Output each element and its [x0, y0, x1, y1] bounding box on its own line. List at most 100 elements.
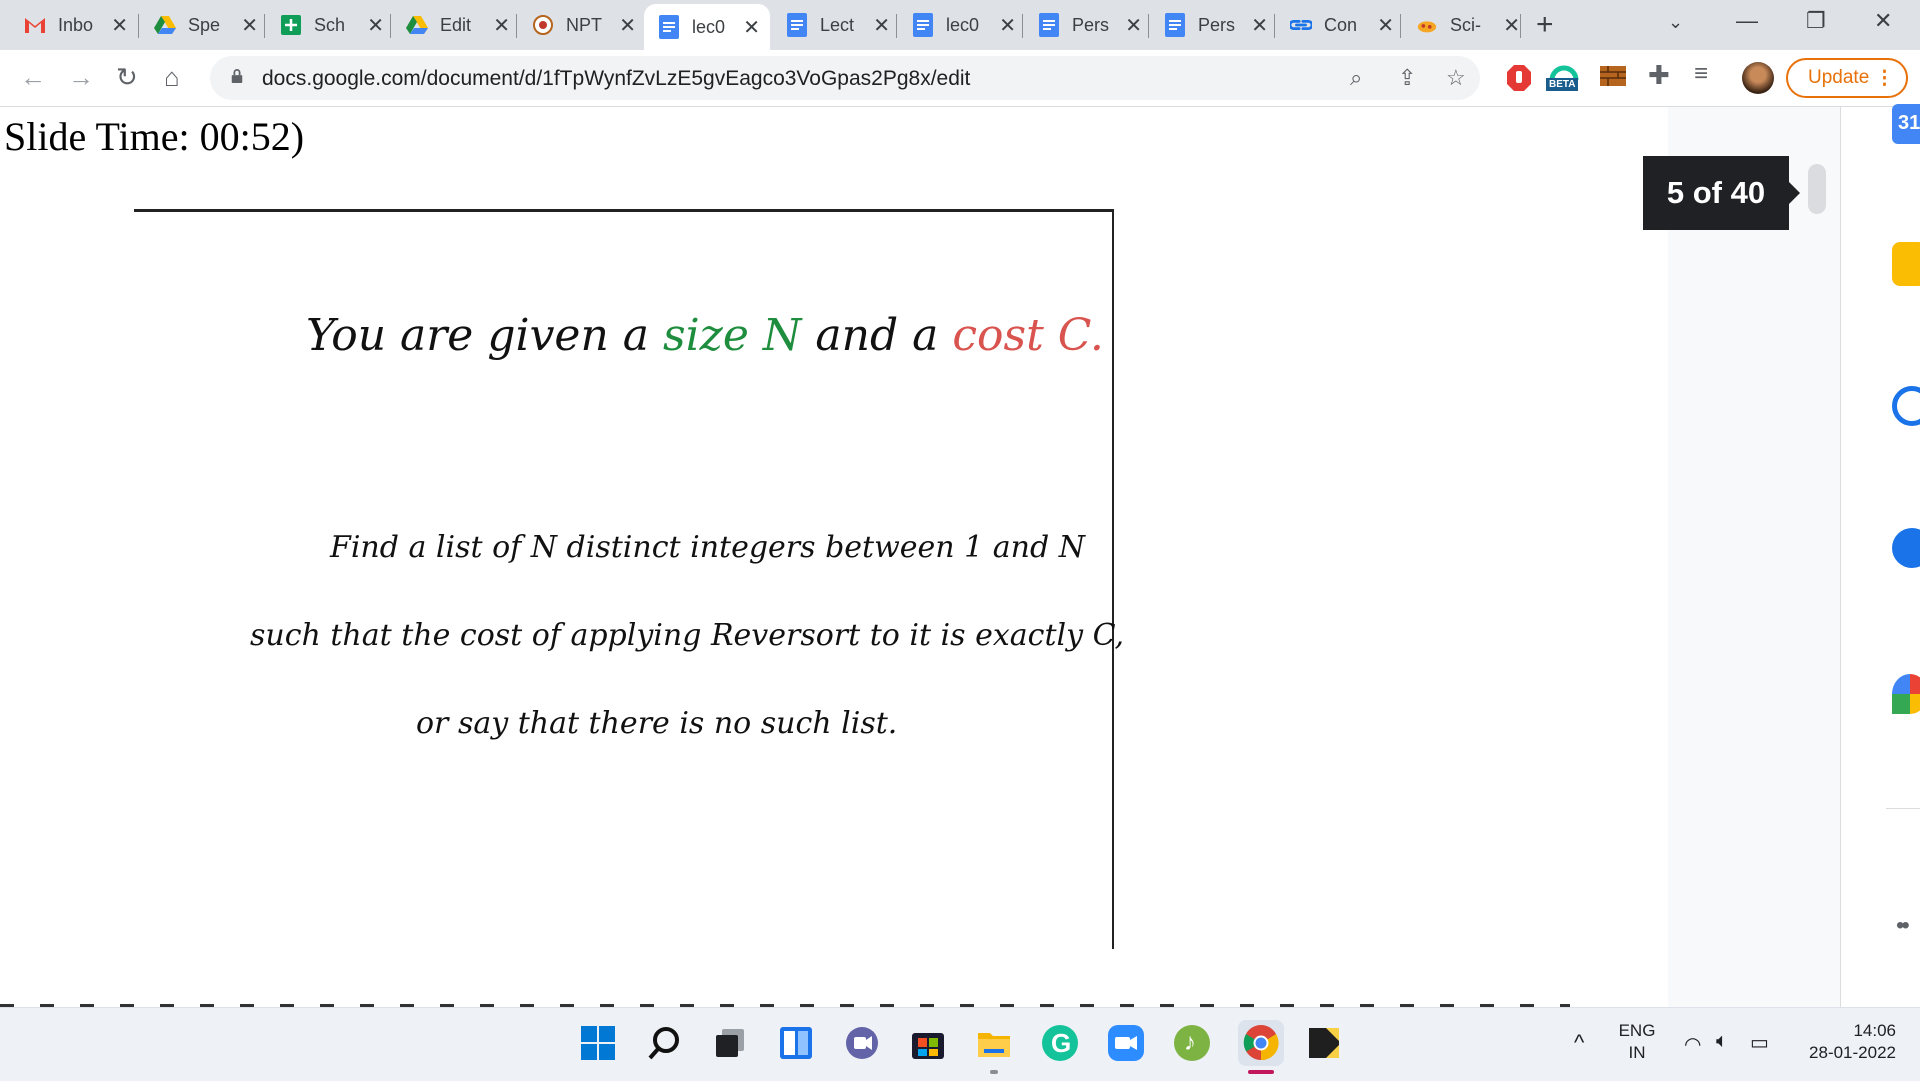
url-text[interactable]: docs.google.com/document/d/1fTpWynfZvLzE… [262, 67, 970, 91]
chrome-taskbar-button[interactable] [1238, 1020, 1284, 1066]
tab-drive-2[interactable]: Edit ✕ [392, 6, 520, 44]
volume-icon[interactable]: 🔈︎ [1716, 1030, 1728, 1053]
share-icon[interactable]: ⇪ [1398, 65, 1416, 91]
close-tab-icon[interactable]: ✕ [1251, 13, 1268, 38]
more-menu-icon[interactable]: ⋮ [1875, 67, 1894, 90]
tab-title: Spe [188, 14, 221, 35]
close-tab-icon[interactable]: ✕ [493, 13, 510, 38]
address-bar[interactable]: docs.google.com/document/d/1fTpWynfZvLzE… [210, 56, 1480, 100]
calendar-icon[interactable]: 31 [1892, 104, 1920, 144]
update-button[interactable]: Update ⋮ [1786, 58, 1908, 98]
tab-docs-3[interactable]: lec0 ✕ [898, 6, 1026, 44]
google-drive-icon [406, 14, 428, 36]
profile-avatar[interactable] [1742, 62, 1774, 94]
tab-docs-2[interactable]: Lect ✕ [772, 6, 900, 44]
slide-line-2: Find a list of N distinct integers betwe… [330, 530, 1085, 565]
reload-button[interactable]: ↻ [116, 62, 138, 93]
show-hidden-icons-chevron[interactable]: ^ [1574, 1030, 1584, 1056]
zoom-icon[interactable]: ⌕ [1350, 65, 1362, 91]
windows-start-icon[interactable] [580, 1025, 616, 1061]
adblock-icon[interactable] [1506, 64, 1532, 92]
task-view-icon[interactable] [712, 1025, 748, 1061]
browser-toolbar: ← → ↻ ⌂ docs.google.com/document/d/1fTpW… [0, 50, 1920, 107]
tab-title: lec0 [692, 16, 726, 37]
file-explorer-icon[interactable] [976, 1025, 1012, 1061]
tab-scihub[interactable]: Sci- ✕ [1402, 6, 1530, 44]
forward-button[interactable]: → [68, 62, 94, 93]
tab-nptel[interactable]: NPT ✕ [518, 6, 646, 44]
tab-strip: Inbo ✕ Spe ✕ Sch ✕ Edit ✕ NPT ✕ lec0 ✕ L… [0, 0, 1920, 50]
tab-gmail[interactable]: Inbo ✕ [10, 6, 138, 44]
more-dots-icon[interactable]: •• [1896, 912, 1910, 940]
language-indicator[interactable]: ENG IN [1612, 1020, 1662, 1064]
close-tab-icon[interactable]: ✕ [111, 13, 128, 38]
media-control-icon[interactable]: ≡ [1694, 60, 1708, 88]
tab-title: Sci- [1450, 14, 1481, 35]
new-tab-button[interactable]: + [1536, 8, 1554, 42]
document-canvas[interactable]: Slide Time: 00:52) You are given a size … [0, 107, 1668, 1007]
region-text: IN [1628, 1043, 1646, 1062]
widgets-icon[interactable] [778, 1025, 814, 1061]
teams-chat-icon[interactable] [844, 1025, 880, 1061]
tab-title: Sch [314, 14, 346, 35]
tab-search-icon[interactable]: ⌄ [1668, 12, 1683, 33]
close-tab-icon[interactable]: ✕ [873, 13, 890, 38]
close-tab-icon[interactable]: ✕ [999, 13, 1016, 38]
tab-docs-4[interactable]: Pers ✕ [1024, 6, 1152, 44]
slide-line-3: such that the cost of applying Reversort… [250, 618, 1124, 653]
extensions-puzzle-icon[interactable]: ✚ [1648, 60, 1670, 91]
minimize-button[interactable]: — [1736, 8, 1758, 34]
google-docs-icon [658, 15, 680, 39]
maps-icon[interactable] [1892, 674, 1920, 714]
home-button[interactable]: ⌂ [164, 62, 180, 93]
zoom-app-icon[interactable] [1108, 1025, 1144, 1061]
close-tab-icon[interactable]: ✕ [241, 13, 258, 38]
tab-title: Pers [1072, 14, 1110, 35]
close-tab-icon[interactable]: ✕ [1377, 13, 1394, 38]
brick-extension-icon[interactable] [1600, 64, 1626, 88]
restore-button[interactable]: ❐ [1806, 8, 1826, 34]
music-app-icon[interactable]: ♪ [1174, 1025, 1210, 1061]
update-label: Update [1808, 67, 1870, 88]
bookmark-star-icon[interactable]: ☆ [1446, 65, 1466, 91]
slide-line-4: or say that there is no such list. [416, 706, 898, 741]
grammarly-icon[interactable]: G [1042, 1025, 1078, 1061]
close-tab-icon[interactable]: ✕ [367, 13, 384, 38]
tab-title: Inbo [58, 14, 94, 35]
close-tab-icon[interactable]: ✕ [1125, 13, 1142, 38]
date-text: 28-01-2022 [1809, 1043, 1896, 1062]
clock[interactable]: 14:06 28-01-2022 [1796, 1020, 1896, 1064]
slide-time-text: Slide Time: 00:52) [4, 114, 305, 159]
page-counter-pointer [1788, 181, 1800, 205]
tab-docs-5[interactable]: Pers ✕ [1150, 6, 1278, 44]
microsoft-store-icon[interactable] [910, 1025, 946, 1061]
sticky-notes-icon[interactable] [1306, 1025, 1342, 1061]
close-window-button[interactable]: ✕ [1874, 8, 1892, 34]
tab-title: Edit [440, 14, 472, 35]
gmail-icon [24, 14, 46, 36]
tab-sheets[interactable]: Sch ✕ [266, 6, 394, 44]
google-sheets-icon [280, 14, 302, 36]
lock-icon [231, 69, 243, 83]
scihub-icon [1416, 14, 1438, 36]
slide-image: You are given a size N and a cost C. Fin… [134, 209, 1124, 949]
link-icon [1290, 14, 1312, 36]
tab-title: lec0 [946, 14, 980, 35]
scrollbar-thumb[interactable] [1808, 164, 1826, 214]
tab-docs-active[interactable]: lec0 ✕ [644, 4, 770, 50]
language-text: ENG [1618, 1021, 1656, 1040]
battery-icon[interactable]: ▭ [1750, 1030, 1769, 1055]
close-tab-icon[interactable]: ✕ [619, 13, 636, 38]
windows-taskbar: G ♪ ^ ENG IN ◠ 🔈︎ ▭ 14:06 28-01-2022 [0, 1007, 1920, 1081]
search-icon[interactable] [646, 1025, 682, 1061]
close-tab-icon[interactable]: ✕ [743, 15, 760, 40]
tab-title: Pers [1198, 14, 1236, 35]
close-tab-icon[interactable]: ✕ [1503, 13, 1520, 38]
grammarly-beta-icon[interactable]: BETA [1546, 60, 1582, 96]
tab-drive-1[interactable]: Spe ✕ [140, 6, 268, 44]
keep-icon[interactable] [1892, 242, 1920, 286]
back-button[interactable]: ← [20, 62, 46, 93]
tab-link[interactable]: Con ✕ [1276, 6, 1404, 44]
wifi-icon[interactable]: ◠ [1684, 1032, 1701, 1057]
slide-line-1-text-a: You are given a [306, 310, 650, 361]
